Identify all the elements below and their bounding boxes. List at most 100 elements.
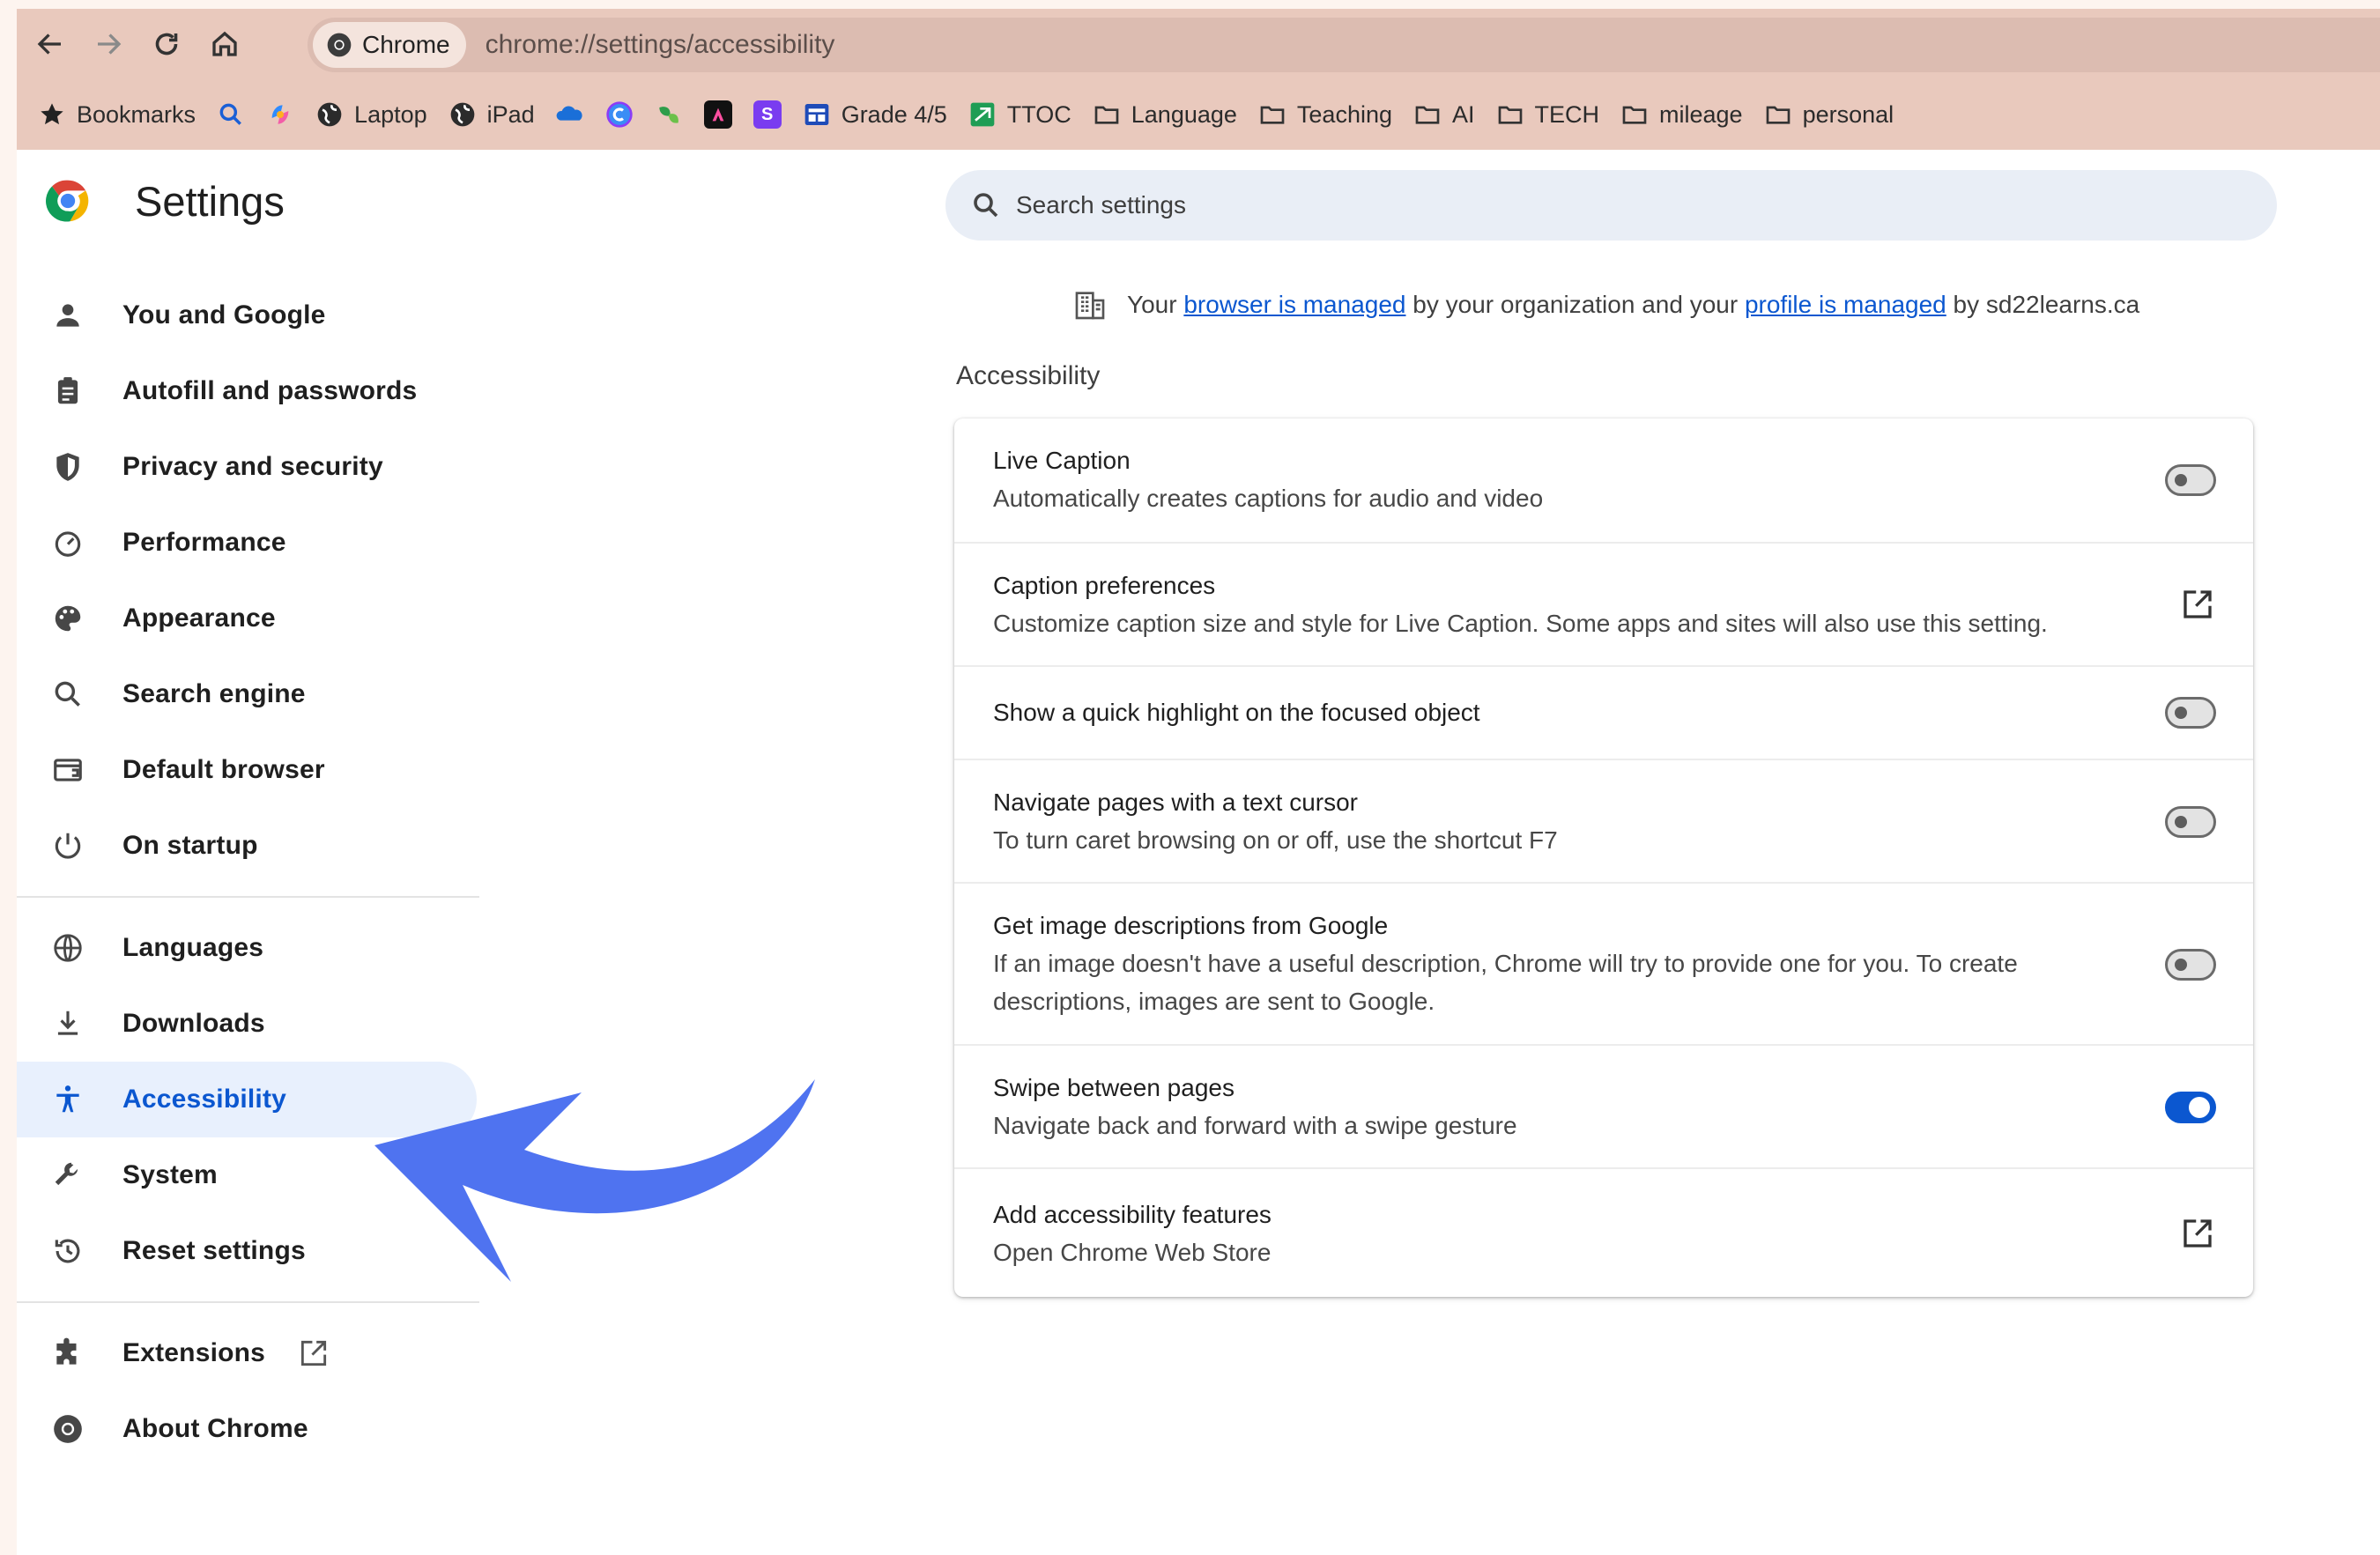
site-chip[interactable]: Chrome <box>313 22 466 68</box>
bookmark-grade[interactable]: Grade 4/5 <box>792 93 958 137</box>
url-text[interactable]: chrome://settings/accessibility <box>486 30 835 60</box>
power-icon <box>50 828 85 863</box>
forward-arrow-icon <box>98 33 122 55</box>
bookmark-label: TECH <box>1534 100 1600 128</box>
managed-notice-text: Your browser is managed by your organiza… <box>1127 291 2140 318</box>
setting-label: Swipe between pages <box>993 1074 1234 1101</box>
sidebar-item-search-engine[interactable]: Search engine <box>17 656 479 732</box>
caret-browsing-toggle[interactable] <box>2165 806 2216 838</box>
sidebar-item-autofill[interactable]: Autofill and passwords <box>17 353 479 429</box>
leaf-icon <box>659 107 678 123</box>
setting-description: If an image doesn't have a useful descri… <box>993 950 2018 977</box>
bookmark-folder-teaching[interactable]: Teaching <box>1248 93 1403 137</box>
bookmarks-menu[interactable]: Bookmarks <box>27 93 206 137</box>
bookmark-folder-ai[interactable]: AI <box>1403 93 1486 137</box>
bookmark-folder-language[interactable]: Language <box>1082 93 1248 137</box>
reload-button[interactable] <box>142 19 191 69</box>
sidebar-item-languages[interactable]: Languages <box>17 910 479 986</box>
setting-row-caret-browsing[interactable]: Navigate pages with a text cursor To tur… <box>954 759 2253 882</box>
setting-row-live-caption[interactable]: Live Caption Automatically creates capti… <box>954 418 2253 542</box>
managed-notice: Your browser is managed by your organiza… <box>1072 287 2139 322</box>
bookmark-onedrive[interactable] <box>545 93 595 137</box>
swipe-pages-toggle[interactable] <box>2165 1092 2216 1123</box>
onedrive-icon <box>556 106 582 121</box>
sidebar-item-you-and-google[interactable]: You and Google <box>17 278 479 353</box>
bookmark-s-app[interactable]: S <box>743 93 792 137</box>
sidebar-item-label: Extensions <box>122 1338 266 1367</box>
sidebar-item-label: Downloads <box>122 1009 265 1038</box>
sidebar-item-label: Search engine <box>122 679 306 708</box>
setting-row-add-accessibility-features[interactable]: Add accessibility features Open Chrome W… <box>954 1167 2253 1297</box>
forward-button[interactable] <box>84 19 133 69</box>
person-icon <box>50 298 85 333</box>
bookmark-canva[interactable] <box>595 93 644 137</box>
sidebar-item-label: Performance <box>122 528 286 557</box>
back-button[interactable] <box>26 19 75 69</box>
sidebar-item-label: Default browser <box>122 755 325 784</box>
sidebar-item-performance[interactable]: Performance <box>17 505 479 581</box>
bookmark-label: mileage <box>1659 100 1743 128</box>
address-bar[interactable]: Chrome chrome://settings/accessibility <box>308 18 2380 72</box>
bookmark-laptop[interactable]: Laptop <box>305 93 438 137</box>
sidebar-item-label: Privacy and security <box>122 452 383 481</box>
setting-row-caption-preferences[interactable]: Caption preferences Customize caption si… <box>954 542 2253 665</box>
open-in-new-icon[interactable] <box>2179 586 2216 623</box>
profile-managed-link[interactable]: profile is managed <box>1745 291 1946 318</box>
live-caption-toggle[interactable] <box>2165 464 2216 496</box>
bookmark-folder-personal[interactable]: personal <box>1753 93 1905 137</box>
sidebar-item-downloads[interactable]: Downloads <box>17 986 479 1062</box>
sidebar-item-label: Autofill and passwords <box>122 376 418 405</box>
sidebar-item-extensions[interactable]: Extensions <box>17 1315 479 1391</box>
reload-icon <box>155 33 178 56</box>
sidebar-item-label: Reset settings <box>122 1236 306 1265</box>
focus-highlight-toggle[interactable] <box>2165 697 2216 729</box>
bookmark-ipad[interactable]: iPad <box>438 93 545 137</box>
accessibility-icon <box>50 1082 85 1117</box>
globe-icon <box>317 102 342 127</box>
image-descriptions-toggle[interactable] <box>2165 949 2216 981</box>
puzzle-icon <box>50 1336 85 1371</box>
sidebar-divider <box>17 896 479 898</box>
sidebar-item-default-browser[interactable]: Default browser <box>17 732 479 808</box>
bookmark-label: Laptop <box>354 100 427 128</box>
page-title: Settings <box>135 177 285 225</box>
bookmarks-bar: Bookmarks Laptop iPad S Grade 4/5 TTOC L… <box>17 88 2380 141</box>
back-arrow-icon <box>37 33 61 55</box>
search-input[interactable] <box>1016 191 2161 219</box>
home-button[interactable] <box>200 19 249 69</box>
setting-row-focus-highlight[interactable]: Show a quick highlight on the focused ob… <box>954 665 2253 759</box>
chrome-icon <box>327 33 352 57</box>
bookmark-label: Bookmarks <box>77 100 196 128</box>
browser-managed-link[interactable]: browser is managed <box>1183 291 1405 318</box>
bookmark-folder-mileage[interactable]: mileage <box>1610 93 1753 137</box>
bookmark-copilot[interactable] <box>256 93 305 137</box>
setting-row-swipe-pages[interactable]: Swipe between pages Navigate back and fo… <box>954 1044 2253 1167</box>
bookmark-folder-tech[interactable]: TECH <box>1486 93 1611 137</box>
annotation-arrow-icon <box>374 1079 815 1282</box>
search-icon <box>974 193 998 218</box>
s-app-icon: S <box>753 100 782 129</box>
sidebar-item-appearance[interactable]: Appearance <box>17 581 479 656</box>
bookmark-ttoc[interactable]: TTOC <box>958 93 1082 137</box>
speedometer-icon <box>50 525 85 560</box>
bookmark-a-app[interactable] <box>693 93 743 137</box>
bookmark-label: iPad <box>486 100 535 128</box>
bookmark-leaf[interactable] <box>644 93 693 137</box>
accessibility-card: Live Caption Automatically creates capti… <box>954 418 2253 1297</box>
clipboard-icon <box>50 374 85 409</box>
search-icon <box>50 677 85 712</box>
sidebar-item-on-startup[interactable]: On startup <box>17 808 479 884</box>
sidebar-item-label: System <box>122 1160 218 1189</box>
browser-toolbar: Chrome chrome://settings/accessibility B… <box>17 9 2380 150</box>
folder-icon <box>1415 106 1440 124</box>
sidebar-item-about-chrome[interactable]: About Chrome <box>17 1391 479 1467</box>
setting-row-image-descriptions[interactable]: Get image descriptions from Google If an… <box>954 882 2253 1044</box>
bookmark-label: TTOC <box>1006 100 1071 128</box>
open-in-new-icon[interactable] <box>2179 1215 2216 1252</box>
setting-label: Navigate pages with a text cursor <box>993 789 1358 816</box>
star-icon <box>41 103 63 125</box>
bookmark-label: Teaching <box>1296 100 1392 128</box>
sidebar-item-privacy[interactable]: Privacy and security <box>17 429 479 505</box>
building-icon <box>1075 292 1105 320</box>
bookmark-search[interactable] <box>206 93 256 137</box>
